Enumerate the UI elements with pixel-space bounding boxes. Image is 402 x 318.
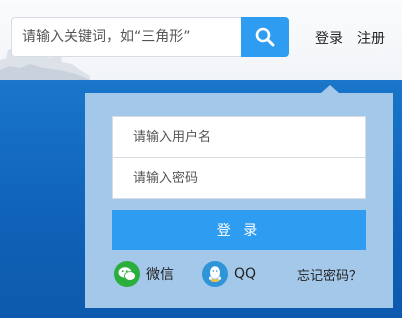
login-submit-button[interactable]: 登 录 [112, 210, 366, 250]
search-icon [255, 27, 275, 47]
header-login-link[interactable]: 登录 [315, 28, 343, 48]
header-register-link[interactable]: 注册 [357, 28, 385, 48]
forgot-password-link[interactable]: 忘记密码？ [297, 265, 362, 284]
search-button[interactable] [241, 17, 289, 57]
wechat-login[interactable]: 微信 [114, 261, 174, 287]
username-input[interactable] [112, 116, 366, 158]
wechat-icon [114, 261, 140, 287]
search-input[interactable] [11, 17, 241, 57]
password-input[interactable] [112, 158, 366, 199]
qq-login[interactable]: QQ [202, 261, 256, 287]
wechat-label: 微信 [146, 267, 174, 283]
qq-icon [202, 261, 228, 287]
qq-label: QQ [234, 266, 257, 282]
panel-pointer [321, 85, 339, 93]
